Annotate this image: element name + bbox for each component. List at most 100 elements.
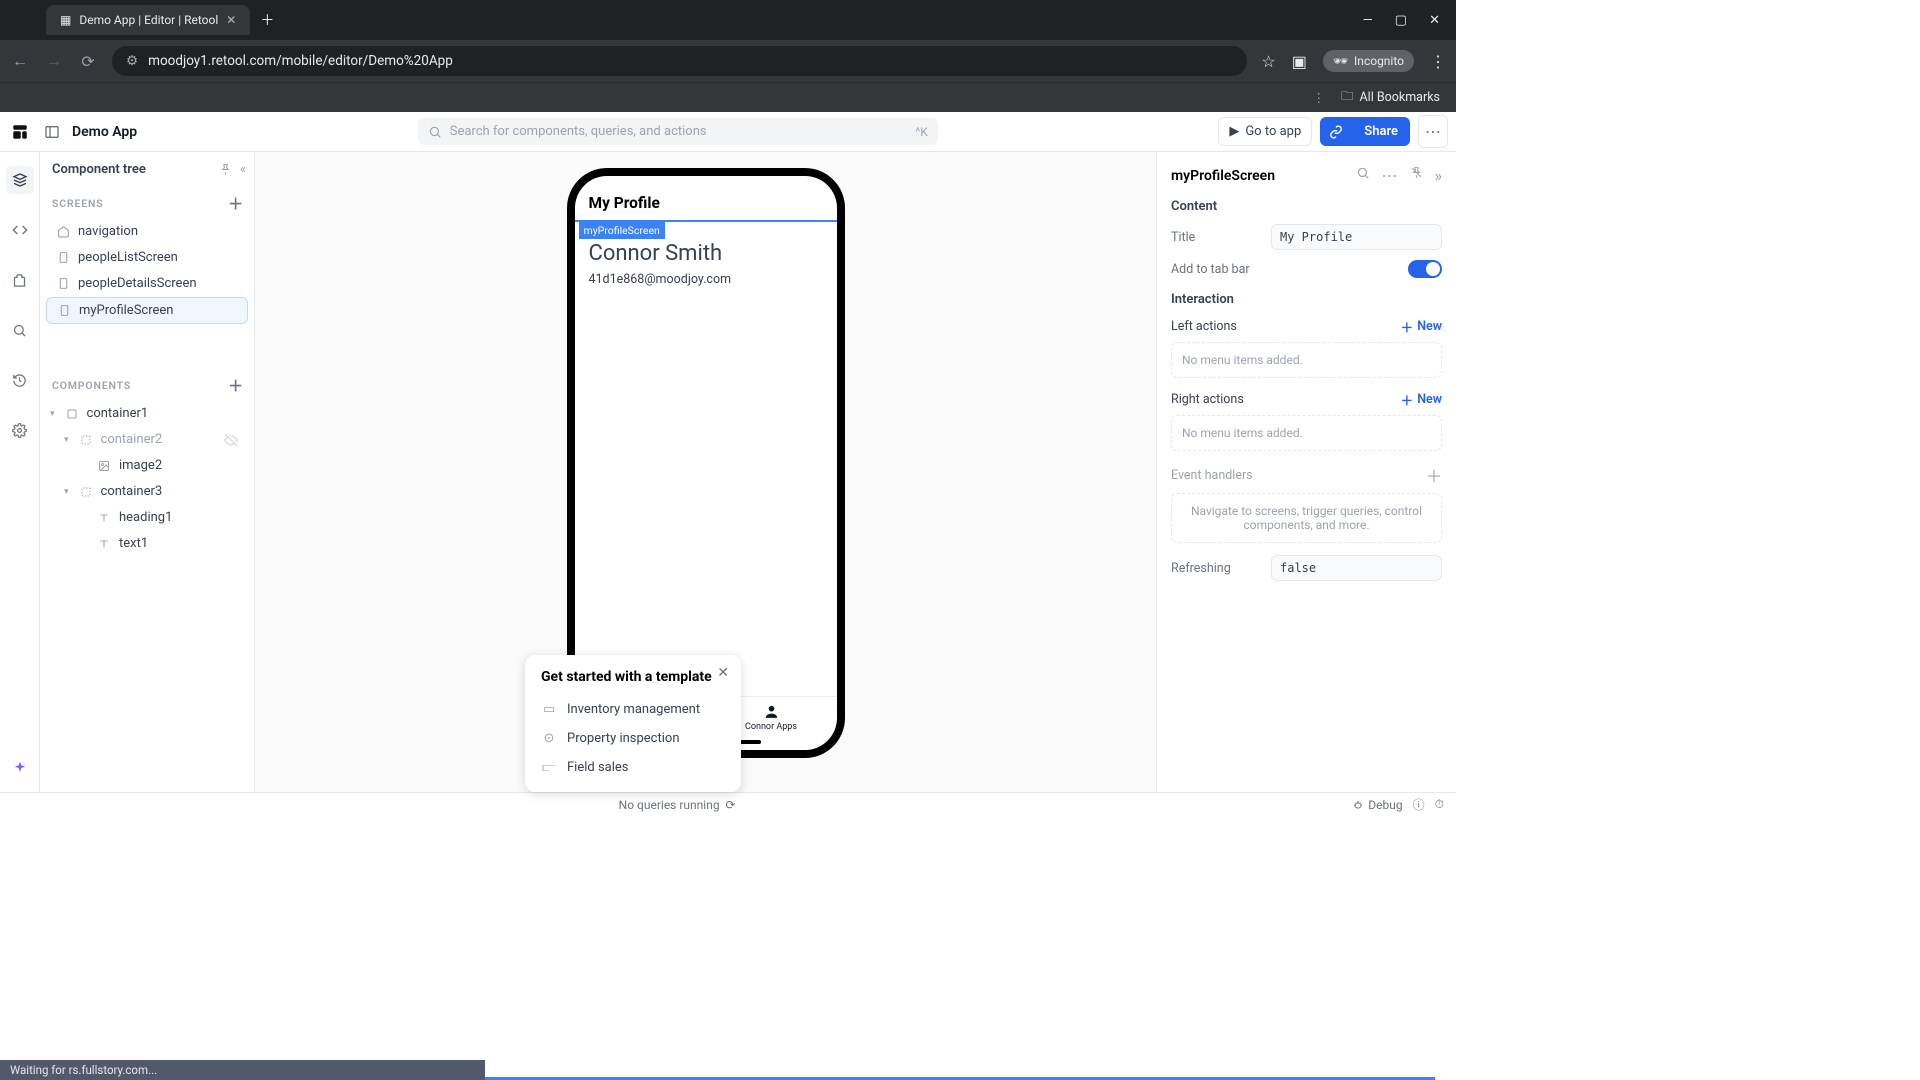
rail-state-icon[interactable] [6, 266, 34, 294]
right-actions-label: Right actions [1171, 392, 1244, 407]
reload-button[interactable]: ⟳ [78, 52, 98, 71]
search-icon [428, 125, 442, 139]
bookmarks-menu-icon[interactable]: ⋮ [1312, 90, 1325, 106]
add-component-button[interactable]: ＋ [228, 375, 244, 396]
home-icon [56, 225, 70, 238]
incognito-chip[interactable]: 🕶 Incognito [1323, 50, 1414, 72]
rail-ai-icon[interactable] [6, 754, 34, 782]
inventory-icon: ▭ [541, 702, 557, 717]
screen-item-myProfileScreen[interactable]: myProfileScreen [46, 297, 248, 324]
event-handlers-label: Event handlers [1171, 468, 1253, 483]
new-right-action-button[interactable]: ＋ New [1401, 390, 1442, 409]
share-button[interactable]: Share [1352, 117, 1410, 146]
screen-icon [57, 304, 71, 317]
chevron-down-icon[interactable]: ▾ [64, 435, 69, 445]
screen-item-peopleDetailsScreen[interactable]: peopleDetailsScreen [46, 271, 248, 296]
browser-tabs-bar: ▦ Demo App | Editor | Retool ✕ ＋ — ▢ ✕ [0, 0, 1456, 40]
search-shortcut: ^K [915, 125, 928, 139]
hidden-icon[interactable] [224, 433, 238, 447]
panel-toggle-icon[interactable] [44, 124, 60, 140]
search-icon[interactable] [1356, 166, 1370, 185]
browser-tab[interactable]: ▦ Demo App | Editor | Retool ✕ [46, 5, 250, 35]
component-item-container2[interactable]: ▾container2 [46, 427, 248, 452]
box-dashed-icon [79, 434, 93, 446]
window-controls: — ▢ ✕ [1363, 13, 1450, 28]
panel-title: Component tree [52, 162, 211, 177]
unpin-icon[interactable] [1410, 166, 1423, 185]
more-icon[interactable]: ⋯ [1382, 166, 1398, 185]
retool-logo[interactable] [8, 120, 32, 144]
pin-icon[interactable] [219, 163, 232, 176]
component-item-container1[interactable]: ▾container1 [46, 401, 248, 426]
event-handlers-empty: Navigate to screens, trigger queries, co… [1171, 493, 1442, 543]
component-tree-panel: Component tree « SCREENS ＋ navigationpeo… [40, 152, 255, 792]
rail-search-icon[interactable] [6, 316, 34, 344]
canvas[interactable]: My Profile myProfileScreen Connor Smith … [255, 152, 1156, 792]
inspector-title: myProfileScreen [1171, 168, 1346, 184]
profile-email: 41d1e868@moodjoy.com [575, 266, 837, 293]
tab-bar-toggle[interactable] [1408, 260, 1442, 278]
screens-section-label: SCREENS [52, 197, 104, 210]
rail-code-icon[interactable] [6, 216, 34, 244]
sales-icon: ⫍ [541, 760, 557, 775]
screen-item-navigation[interactable]: navigation [46, 219, 248, 244]
add-event-handler-button[interactable]: ＋ [1426, 463, 1442, 487]
url-text: moodjoy1.retool.com/mobile/editor/Demo%2… [148, 53, 453, 69]
rail-settings-icon[interactable] [6, 416, 34, 444]
screen-icon [56, 277, 70, 290]
add-screen-button[interactable]: ＋ [228, 193, 244, 214]
template-field-sales[interactable]: ⫍ Field sales [541, 753, 725, 782]
expand-icon[interactable]: » [1435, 166, 1443, 185]
chevron-down-icon[interactable]: ▾ [64, 487, 69, 497]
person-icon [763, 703, 780, 720]
search-input[interactable]: Search for components, queries, and acti… [418, 118, 938, 145]
close-icon[interactable]: ✕ [226, 13, 236, 27]
bookmark-star-icon[interactable]: ☆ [1261, 52, 1275, 71]
collapse-panel-icon[interactable]: « [240, 162, 246, 177]
refreshing-label: Refreshing [1171, 561, 1271, 576]
minimize-icon[interactable]: — [1363, 13, 1373, 28]
component-item-container3[interactable]: ▾container3 [46, 479, 248, 504]
refreshing-input[interactable] [1271, 555, 1442, 581]
template-property[interactable]: ⊙ Property inspection [541, 724, 725, 753]
maximize-icon[interactable]: ▢ [1395, 13, 1407, 28]
extensions-icon[interactable]: ▣ [1292, 52, 1307, 71]
incognito-icon: 🕶 [1333, 54, 1348, 68]
new-tab-button[interactable]: ＋ [260, 10, 274, 30]
title-input[interactable] [1271, 224, 1442, 250]
screen-item-peopleListScreen[interactable]: peopleListScreen [46, 245, 248, 270]
text-icon [97, 538, 111, 550]
chrome-menu-icon[interactable]: ⋮ [1430, 52, 1446, 71]
status-help-icon[interactable]: ⓘ [1413, 796, 1425, 813]
folder-icon: 🗀 [1341, 87, 1354, 108]
chevron-down-icon[interactable]: ▾ [50, 409, 55, 419]
tab-favicon: ▦ [60, 13, 71, 27]
tab-title: Demo App | Editor | Retool [79, 13, 218, 27]
component-item-heading1[interactable]: heading1 [46, 505, 248, 530]
component-item-image2[interactable]: image2 [46, 453, 248, 478]
site-settings-icon[interactable]: ⚙ [126, 53, 138, 69]
app-more-button[interactable]: ⋯ [1418, 115, 1448, 148]
close-icon[interactable]: ✕ [717, 665, 729, 681]
go-to-app-button[interactable]: ▶ Go to app [1218, 117, 1312, 146]
close-window-icon[interactable]: ✕ [1429, 13, 1440, 28]
copy-link-button[interactable] [1320, 117, 1352, 146]
property-icon: ⊙ [541, 731, 557, 746]
rail-history-icon[interactable] [6, 366, 34, 394]
text-icon [97, 512, 111, 524]
address-bar[interactable]: ⚙ moodjoy1.retool.com/mobile/editor/Demo… [112, 46, 1247, 76]
play-icon: ▶ [1229, 124, 1239, 139]
new-left-action-button[interactable]: ＋ New [1401, 317, 1442, 336]
inspector-panel: myProfileScreen ⋯ » Content Title Add to… [1156, 152, 1456, 792]
template-inventory[interactable]: ▭ Inventory management [541, 695, 725, 724]
all-bookmarks-folder[interactable]: 🗀 All Bookmarks [1341, 87, 1440, 108]
search-placeholder: Search for components, queries, and acti… [450, 124, 707, 139]
screen-icon [56, 251, 70, 264]
status-activity-icon[interactable]: ⏱ [1435, 797, 1444, 812]
back-button[interactable]: ← [10, 51, 30, 71]
component-item-text1[interactable]: text1 [46, 531, 248, 556]
forward-button[interactable]: → [44, 51, 64, 71]
rail-components-icon[interactable] [6, 166, 34, 194]
selection-badge[interactable]: myProfileScreen [579, 222, 665, 239]
debug-button[interactable]: Debug [1352, 798, 1402, 812]
